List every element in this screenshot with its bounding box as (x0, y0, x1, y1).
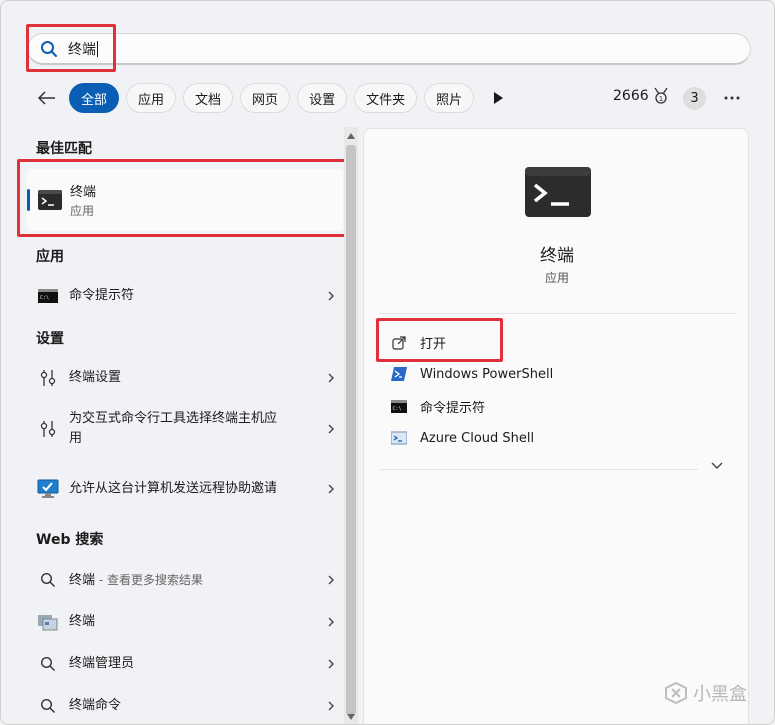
chevron-right-icon (328, 291, 334, 301)
action-label: 打开 (420, 337, 447, 352)
search-box[interactable]: 终端 (27, 33, 751, 65)
web-result-text: 终端命令 (69, 698, 122, 713)
more-filters-button[interactable] (487, 87, 509, 109)
play-icon (494, 92, 504, 104)
azure-cloud-shell-icon (390, 429, 408, 447)
search-icon (37, 653, 59, 675)
apps-heading: 应用 (36, 249, 64, 265)
web-thumbnail-icon (37, 611, 59, 633)
results-scrollbar[interactable] (344, 127, 358, 724)
terminal-icon (38, 190, 62, 210)
selection-indicator (27, 189, 30, 211)
web-result-text: 终端管理员 (69, 656, 135, 671)
chevron-right-icon (328, 575, 334, 585)
action-open[interactable]: 打开 (390, 333, 446, 352)
result-label: 为交互式命令行工具选择终端主机应用 (69, 411, 278, 446)
svg-text:C:\: C:\ (40, 295, 49, 301)
chevron-right-icon (328, 701, 334, 711)
points-value: 2666 (613, 88, 649, 104)
svg-text:C:\: C:\ (393, 406, 402, 412)
settings-sliders-icon (37, 367, 59, 389)
chevron-right-icon (328, 484, 334, 494)
open-external-icon (390, 334, 408, 352)
preview-app-name: 终端 (540, 246, 574, 266)
preview-app-type: 应用 (544, 271, 569, 285)
result-label: 终端设置 (69, 370, 122, 385)
filter-photos[interactable]: 照片 (424, 83, 475, 113)
action-azure-cloud-shell[interactable]: Azure Cloud Shell (390, 429, 534, 447)
text-caret (97, 40, 98, 57)
watermark: 小黑盒 (665, 680, 747, 706)
web-result-terminal[interactable]: 终端 (27, 609, 343, 635)
more-options-button[interactable] (722, 89, 742, 107)
chevron-down-icon[interactable] (710, 461, 724, 471)
result-remote-assistance[interactable]: 允许从这台计算机发送远程协助邀请 (27, 467, 343, 511)
remote-assistance-icon (37, 478, 59, 500)
medal-icon: 1 (654, 87, 668, 104)
scroll-thumb[interactable] (346, 145, 356, 715)
best-match-name: 终端 (70, 185, 97, 200)
settings-heading: 设置 (36, 331, 64, 347)
settings-sliders-icon (37, 418, 59, 440)
divider (380, 469, 698, 470)
web-result-terminal-more[interactable]: 终端 - 查看更多搜索结果 (27, 567, 343, 593)
filter-apps[interactable]: 应用 (126, 83, 177, 113)
more-dots-icon (724, 96, 740, 100)
chevron-right-icon (328, 617, 334, 627)
preview-pane: 终端 应用 打开 Windows PowerShell C:\ 命令提示符 Az (363, 128, 749, 724)
search-icon (41, 40, 57, 57)
action-label: 命令提示符 (420, 401, 486, 416)
action-powershell[interactable]: Windows PowerShell (390, 365, 553, 383)
best-match-heading: 最佳匹配 (36, 141, 92, 157)
result-default-terminal[interactable]: 为交互式命令行工具选择终端主机应用 (27, 407, 343, 451)
action-label: Windows PowerShell (420, 366, 554, 382)
web-result-terminal-admin[interactable]: 终端管理员 (27, 651, 343, 677)
result-label: 命令提示符 (69, 288, 135, 303)
result-label: 允许从这台计算机发送远程协助邀请 (69, 481, 278, 496)
search-icon (37, 569, 59, 591)
action-command-prompt[interactable]: C:\ 命令提示符 (390, 397, 485, 416)
filter-web[interactable]: 网页 (240, 83, 291, 113)
scroll-up-arrow-icon[interactable] (347, 132, 355, 140)
chevron-right-icon (328, 373, 334, 383)
result-terminal-settings[interactable]: 终端设置 (27, 365, 343, 391)
avatar[interactable]: 3 (683, 87, 706, 110)
action-label: Azure Cloud Shell (420, 430, 535, 446)
cmd-icon: C:\ (390, 398, 408, 416)
chevron-right-icon (328, 659, 334, 669)
watermark-text: 小黑盒 (693, 684, 747, 705)
filter-documents[interactable]: 文档 (183, 83, 234, 113)
filter-folders[interactable]: 文件夹 (354, 83, 418, 113)
best-match-item[interactable]: 终端 应用 (27, 169, 343, 231)
search-icon (37, 695, 59, 717)
search-query-text: 终端 (68, 41, 96, 58)
web-result-text: 终端 (69, 614, 96, 629)
start-search-window: 终端 全部 应用 文档 网页 设置 文件夹 照片 2666 1 3 最佳匹配 终… (0, 0, 775, 725)
chevron-right-icon (328, 424, 334, 434)
terminal-app-icon (525, 167, 591, 217)
powershell-icon (390, 365, 408, 383)
arrow-left-icon (38, 91, 55, 105)
filter-settings[interactable]: 设置 (297, 83, 348, 113)
filter-all[interactable]: 全部 (69, 83, 120, 113)
web-result-text: 终端 - 查看更多搜索结果 (69, 572, 203, 588)
scroll-down-arrow-icon[interactable] (347, 713, 355, 721)
heybox-logo-icon (665, 682, 687, 704)
best-match-type: 应用 (70, 204, 95, 218)
web-search-heading: Web 搜索 (36, 532, 104, 548)
svg-text:1: 1 (658, 95, 662, 103)
result-command-prompt[interactable]: C:\ 命令提示符 (27, 283, 343, 309)
divider (380, 313, 735, 314)
web-result-terminal-command[interactable]: 终端命令 (27, 693, 343, 719)
rewards-points[interactable]: 2666 1 (613, 87, 669, 105)
cmd-icon: C:\ (37, 285, 59, 307)
filter-bar: 全部 应用 文档 网页 设置 文件夹 照片 (35, 81, 509, 115)
back-button[interactable] (35, 86, 59, 110)
